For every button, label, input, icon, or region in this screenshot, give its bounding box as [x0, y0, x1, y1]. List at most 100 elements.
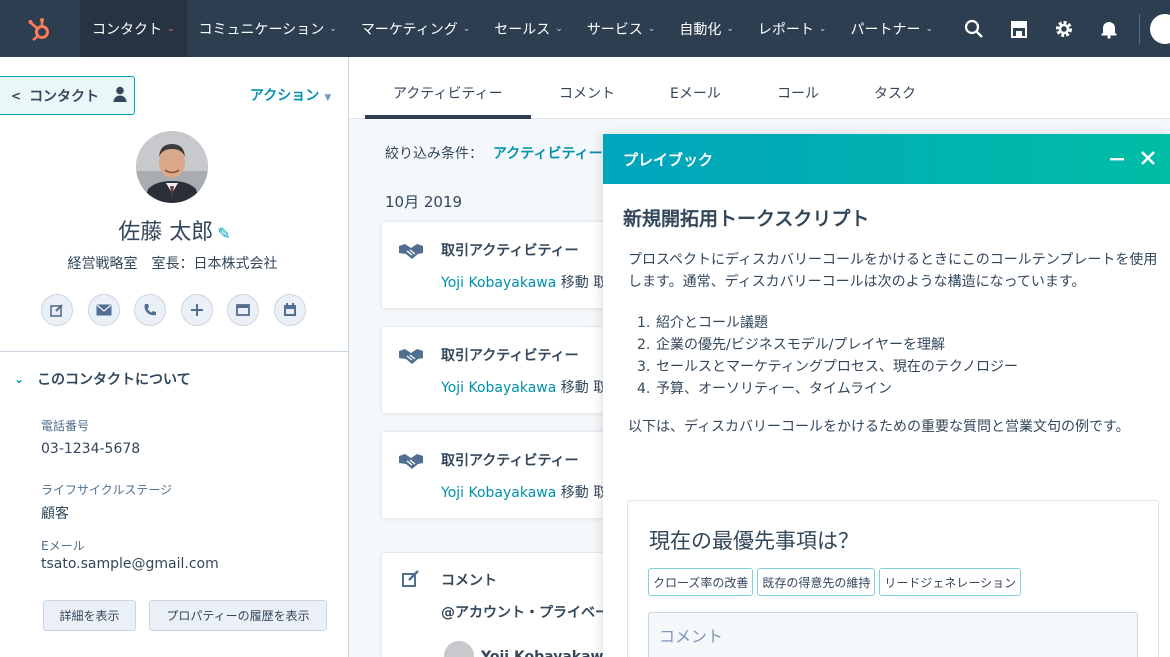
add-button[interactable] [180, 294, 213, 326]
user-avatar[interactable] [1150, 13, 1170, 44]
list-item: 1. 紹介とコール議題 [637, 315, 768, 331]
chevron-down-icon: ⌄ [647, 23, 656, 34]
nav-item-label: パートナー [850, 21, 921, 38]
about-section-toggle[interactable]: ⌄ このコンタクトについて [14, 369, 191, 389]
meeting-button[interactable] [273, 294, 306, 326]
option-retention[interactable]: 既存の得意先の維持 [757, 568, 876, 596]
top-nav: コンタクト ⌄ コミュニケーション ⌄ マーケティング ⌄ セールス ⌄ サービス ⌄ 自動化 ⌄ レポ… [0, 0, 1170, 57]
contact-sidebar: < コンタクト アクション ▼ 佐藤 太郎✎ 経営戦略室 室長：日本株式会社 [0, 57, 349, 657]
question-box: 現在の最優先事項は？ クローズ率の改善 既存の得意先の維持 リードジェネレーショ… [627, 500, 1159, 657]
answer-options: クローズ率の改善 既存の得意先の維持 リードジェネレーション [648, 568, 1025, 596]
nav-item-2[interactable]: マーケティング ⌄ [349, 0, 482, 57]
contact-name: 佐藤 太郎 ✎ [0, 214, 349, 246]
handshake-icon [398, 347, 424, 369]
nav-item-0[interactable]: コンタクト ⌄ [80, 0, 187, 57]
nav-item-label: サービス [586, 21, 643, 38]
phone-label: 電話番号 [41, 419, 90, 433]
handshake-icon [398, 242, 424, 264]
option-lead-gen[interactable]: リードジェネレーション [879, 568, 1022, 596]
view-details-button[interactable]: 詳細を表示 [43, 600, 136, 631]
chevron-down-icon: ⌄ [925, 23, 933, 34]
handshake-icon [398, 452, 424, 474]
view-property-history-button[interactable]: プロパティーの履歴を表示 [149, 600, 327, 631]
timeline-card[interactable]: 取引アクティビティー Yoji Kobayakawa 移動 取引 [381, 221, 621, 309]
nav-item-4[interactable]: サービス ⌄ [575, 0, 668, 57]
card-line: Yoji Kobayakawa 移動 取引 [441, 482, 621, 502]
card-title: 取引アクティビティー [441, 243, 579, 259]
option-close-rate[interactable]: クローズ率の改善 [648, 568, 754, 596]
timeline-card[interactable]: 取引アクティビティー Yoji Kobayakawa 移動 取引 [381, 326, 621, 414]
timeline-comment-card[interactable]: コメント @アカウント・プライベー Yoji Kobayakawaさ [381, 552, 627, 657]
chevron-left-icon: < [11, 88, 22, 103]
about-heading: このコンタクトについて [37, 372, 191, 388]
card-author-link[interactable]: Yoji Kobayakawa [441, 485, 556, 501]
comment-input[interactable]: コメント [648, 612, 1138, 657]
contact-photo[interactable] [136, 131, 208, 203]
contact-job-title: 経営戦略室 室長：日本株式会社 [67, 256, 278, 272]
hubspot-logo-icon[interactable] [0, 0, 80, 57]
edit-pencil-icon[interactable]: ✎ [217, 224, 230, 243]
playbook-note: 以下は、ディスカバリーコールをかけるための重要な質問と営業文句の例です。 [628, 419, 1130, 435]
log-activity-button[interactable] [227, 294, 259, 326]
tab-tasks[interactable]: タスク [874, 83, 916, 103]
search-icon[interactable] [951, 0, 996, 57]
actions-dropdown[interactable]: アクション ▼ [250, 85, 331, 105]
nav-item-5[interactable]: 自動化 ⌄ [667, 0, 746, 57]
month-heading: 10月 2019 [385, 193, 463, 211]
tab-activity[interactable]: アクティビティー [393, 83, 503, 103]
playbook-header-title: プレイブック [623, 150, 714, 169]
list-item: 3. セールスとマーケティングプロセス、現在のテクノロジー [637, 359, 1019, 375]
filter-activity-link[interactable]: アクティビティー [493, 146, 603, 162]
call-button[interactable] [134, 294, 166, 326]
chevron-down-icon: ⌄ [167, 23, 175, 34]
timeline-card[interactable]: 取引アクティビティー Yoji Kobayakawa 移動 取引 [381, 431, 621, 519]
back-button-label: コンタクト [29, 88, 100, 105]
playbook-panel: プレイブック 新規開拓用トークスクリプト プロスペクトにディスカバリーコールをか… [603, 134, 1170, 657]
contact-action-buttons [41, 294, 320, 326]
nav-item-label: コミュニケーション [198, 21, 325, 38]
email-label: Eメール [41, 539, 85, 553]
tab-comments[interactable]: コメント [559, 83, 615, 103]
list-item-text: 予算、オーソリティー、タイムライン [656, 381, 893, 397]
note-button[interactable] [41, 294, 73, 326]
card-author-link[interactable]: Yoji Kobayakawa [441, 275, 556, 291]
nav-item-1[interactable]: コミュニケーション ⌄ [187, 0, 349, 57]
list-item-text: セールスとマーケティングプロセス、現在のテクノロジー [656, 359, 1019, 375]
filter-label: 絞り込み条件： [385, 146, 483, 162]
settings-icon[interactable] [1041, 0, 1086, 57]
chevron-down-icon: ⌄ [555, 23, 563, 34]
contact-name-text: 佐藤 太郎 [118, 220, 214, 245]
list-item: 2. 企業の優先/ビジネスモデル/プレイヤーを理解 [637, 337, 946, 353]
nav-divider [1139, 13, 1140, 44]
playbook-list: 1. 紹介とコール議題 2. 企業の優先/ビジネスモデル/プレイヤーを理解 3. セー… [637, 312, 1018, 400]
marketplace-icon[interactable] [996, 0, 1041, 57]
minimize-icon[interactable] [1109, 149, 1125, 169]
email-button[interactable] [87, 294, 120, 326]
card-author-link[interactable]: Yoji Kobayakawa [441, 380, 556, 396]
back-to-contacts-button[interactable]: < コンタクト [0, 76, 135, 115]
card-line: Yoji Kobayakawa 移動 取引 [441, 272, 621, 292]
meeting-icon [283, 303, 296, 316]
chevron-down-icon: ⌄ [14, 372, 25, 386]
notifications-icon[interactable] [1086, 0, 1131, 57]
log-icon [236, 304, 250, 316]
nav-item-3[interactable]: セールス ⌄ [482, 0, 575, 57]
section-divider [0, 351, 348, 352]
email-value[interactable]: tsato.sample@gmail.com [41, 556, 219, 572]
tab-calls[interactable]: コール [777, 83, 819, 103]
nav-item-label: セールス [494, 21, 551, 38]
tab-email[interactable]: Eメール [670, 83, 721, 103]
nav-item-6[interactable]: レポート ⌄ [746, 0, 839, 57]
nav-item-7[interactable]: パートナー ⌄ [838, 0, 945, 57]
caret-down-icon: ▼ [324, 93, 332, 103]
close-icon[interactable] [1140, 150, 1156, 170]
phone-value[interactable]: 03-1234-5678 [41, 441, 140, 457]
filter-bar: 絞り込み条件： アクティビティー [385, 143, 603, 163]
playbook-title: 新規開拓用トークスクリプト [623, 208, 870, 230]
email-icon [96, 304, 111, 316]
note-icon [50, 304, 63, 317]
lifecycle-label: ライフサイクルステージ [41, 483, 173, 497]
list-item-text: 企業の優先/ビジネスモデル/プレイヤーを理解 [656, 337, 946, 353]
card-title: コメント [441, 573, 497, 589]
lifecycle-value[interactable]: 顧客 [41, 503, 69, 523]
